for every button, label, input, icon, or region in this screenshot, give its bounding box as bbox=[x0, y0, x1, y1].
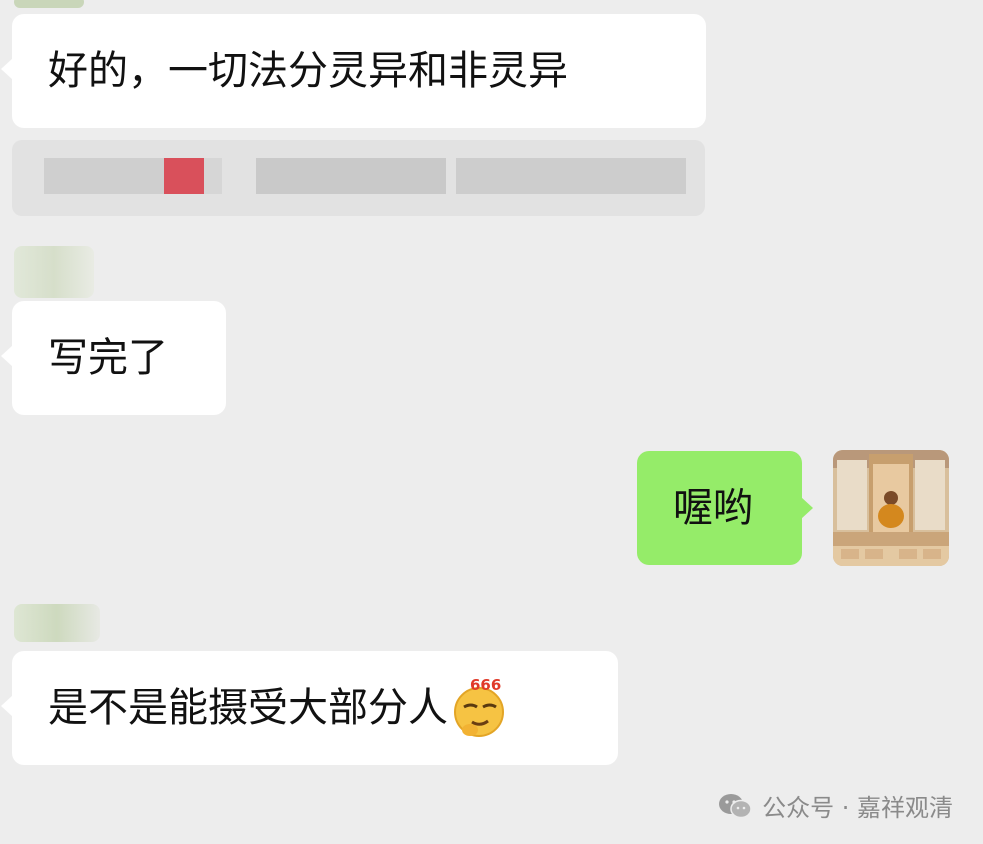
quoted-message[interactable] bbox=[12, 140, 705, 216]
sticker-label: 666 bbox=[470, 678, 501, 694]
message-text: 是不是能摄受大部分人 bbox=[48, 685, 448, 731]
emoji-icon: 666 bbox=[450, 676, 506, 737]
message-text: 喔哟 bbox=[673, 485, 753, 531]
message-text: 写完了 bbox=[48, 335, 168, 381]
avatar-image bbox=[833, 450, 949, 566]
blurred-content bbox=[456, 158, 686, 194]
watermark: 公众号 · 嘉祥观清 bbox=[718, 788, 953, 823]
message-bubble-incoming[interactable]: 是不是能摄受大部分人 666 bbox=[1, 651, 618, 765]
watermark-text: 公众号 · 嘉祥观清 bbox=[762, 794, 953, 822]
message-bubble-outgoing[interactable]: 喔哟 bbox=[637, 451, 813, 565]
wechat-icon bbox=[719, 793, 752, 818]
blurred-content bbox=[256, 158, 446, 194]
message-text: 好的，一切法分灵异和非灵异 bbox=[48, 48, 568, 94]
message-bubble-incoming[interactable]: 写完了 bbox=[1, 301, 226, 415]
blurred-content bbox=[164, 158, 204, 194]
blurred-content bbox=[44, 158, 164, 194]
message-bubble-incoming[interactable]: 好的，一切法分灵异和非灵异 bbox=[1, 14, 706, 128]
user-avatar[interactable] bbox=[833, 450, 949, 566]
blurred-content bbox=[204, 158, 222, 194]
sender-name-blurred bbox=[14, 246, 94, 298]
sender-name-blurred bbox=[14, 604, 100, 642]
avatar[interactable] bbox=[14, 0, 84, 8]
